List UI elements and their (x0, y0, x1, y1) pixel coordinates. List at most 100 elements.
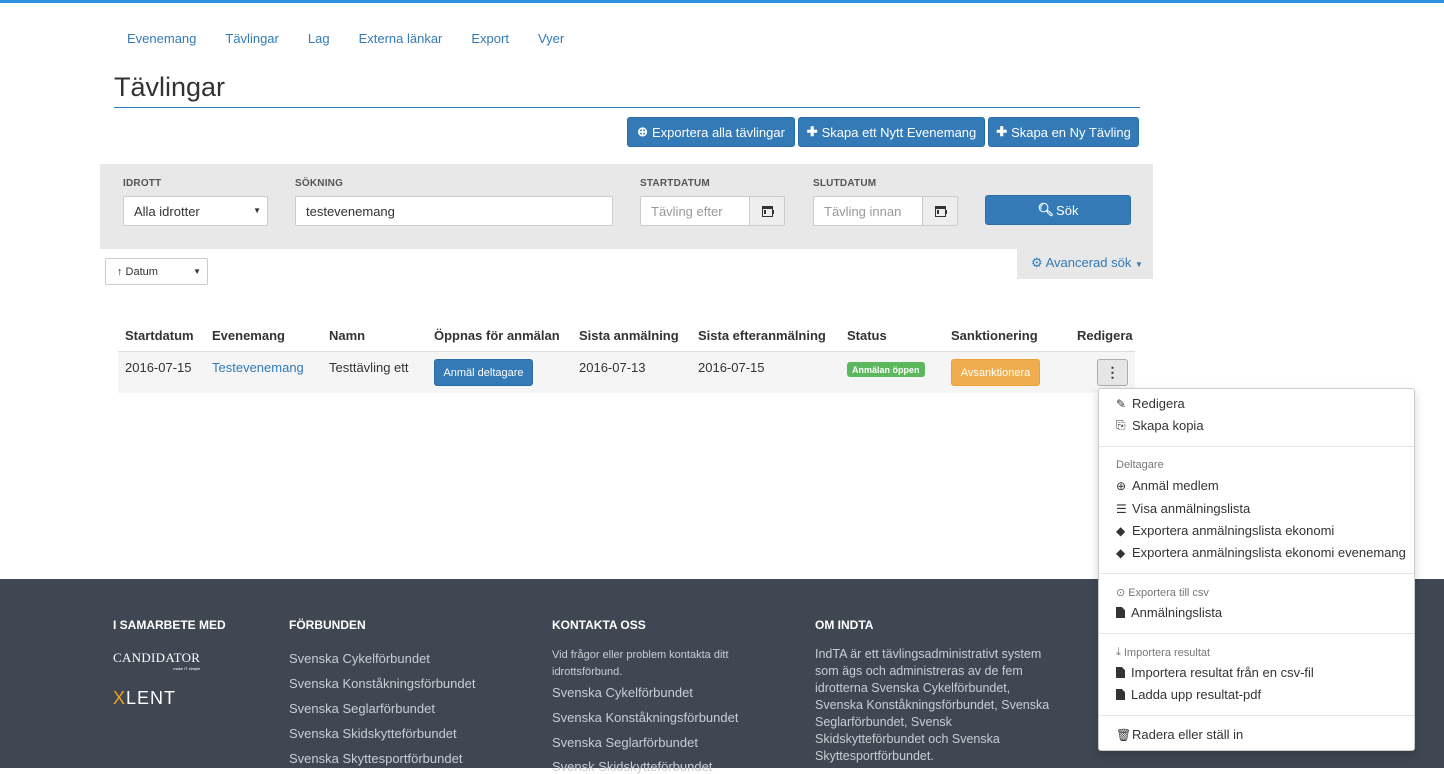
advanced-search-label: Avancerad sök (1045, 255, 1132, 270)
status-badge: Anmälan öppen (847, 362, 925, 377)
start-date-placeholder: Tävling efter (651, 203, 723, 219)
top-accent-bar (0, 0, 1444, 3)
footer-link-federation[interactable]: Svenska Skyttesportförbundet (289, 751, 462, 766)
footer-contact-link[interactable]: Svenska Konståkningsförbundet (552, 710, 738, 725)
download-icon: ⤓ (1116, 646, 1121, 658)
xlent-logo[interactable]: XLENT (113, 688, 176, 709)
footer-link-federation[interactable]: Svenska Skidskytteförbundet (289, 726, 457, 741)
file-icon (1116, 689, 1125, 700)
footer-heading-partners: I SAMARBETE MED (113, 618, 226, 632)
end-date-picker-button[interactable] (922, 196, 958, 226)
end-date-label: SLUTDATUM (813, 178, 877, 189)
nav-evenemang[interactable]: Evenemang (127, 31, 196, 46)
sport-select[interactable]: Alla idrotter ▼ (123, 196, 268, 226)
advanced-search-toggle[interactable]: ⚙ Avancerad sök ▼ (1031, 255, 1143, 271)
nav-tavlingar[interactable]: Tävlingar (225, 31, 278, 46)
start-date-input[interactable]: Tävling efter (640, 196, 750, 226)
export-all-label: Exportera alla tävlingar (651, 124, 785, 140)
register-participants-button[interactable]: Anmäl deltagare (434, 359, 533, 386)
main-nav: Evenemang Tävlingar Lag Externa länkar E… (127, 31, 593, 46)
menu-item-export-economy-event[interactable]: ◆ Exportera anmälningslista ekonomi even… (1116, 545, 1406, 560)
menu-item-upload-pdf[interactable]: Ladda upp resultat-pdf (1116, 687, 1261, 702)
title-divider (114, 107, 1140, 108)
footer-contact-link[interactable]: Svenska Cykelförbundet (552, 685, 693, 700)
col-header-sista-anmalning: Sista anmälning (579, 328, 679, 343)
menu-item-delete[interactable]: 🗑︎ Radera eller ställ in (1116, 727, 1243, 742)
cell-evenemang: Testevenemang (212, 360, 304, 375)
cell-sista-anmalning: 2016-07-13 (579, 360, 646, 375)
footer-link-federation[interactable]: Svenska Konståkningsförbundet (289, 676, 475, 691)
row-actions-kebab-button[interactable]: ⋮ (1097, 359, 1128, 386)
piggy-bank-icon: ◆ (1116, 545, 1126, 560)
unsanction-button[interactable]: Avsanktionera (951, 359, 1040, 386)
search-input[interactable]: testevenemang (295, 196, 613, 226)
search-label: SÖKNING (295, 178, 344, 189)
menu-header-import: ⤓ Importera resultat (1116, 646, 1211, 659)
menu-divider (1099, 633, 1414, 634)
start-date-picker-button[interactable] (749, 196, 785, 226)
menu-header-participants: Deltagare (1116, 459, 1164, 471)
footer-heading-about: OM INDTA (815, 618, 874, 632)
footer-link-federation[interactable]: Svenska Cykelförbundet (289, 651, 430, 666)
menu-item-export-economy[interactable]: ◆ Exportera anmälningslista ekonomi (1116, 523, 1334, 538)
menu-item-register-member[interactable]: ⊕ Anmäl medlem (1116, 478, 1219, 493)
new-event-button[interactable]: ✚ Skapa ett Nytt Evenemang (798, 117, 985, 147)
new-competition-label: Skapa en Ny Tävling (1011, 124, 1131, 140)
circle-arrow-up-icon: ⊕ (637, 124, 648, 139)
cell-namn: Testtävling ett (329, 360, 409, 375)
caret-down-icon: ▼ (1134, 260, 1143, 269)
page-title: Tävlingar (114, 72, 226, 102)
nav-vyer[interactable]: Vyer (538, 31, 564, 46)
menu-header-export-csv: ⊙ Exportera till csv (1116, 586, 1209, 600)
col-header-sanktionering: Sanktionering (951, 328, 1038, 343)
nav-export[interactable]: Export (471, 31, 509, 46)
cell-sista-efteranmalning: 2016-07-15 (698, 360, 765, 375)
piggy-bank-icon: ◆ (1116, 523, 1126, 538)
plus-icon: ✚ (806, 124, 818, 139)
start-date-label: STARTDATUM (640, 178, 710, 189)
file-icon (1116, 667, 1125, 678)
pencil-icon: ✎ (1116, 396, 1127, 411)
circle-arrow-up-icon: ⊙ (1116, 587, 1126, 599)
menu-item-copy[interactable]: ⎘ Skapa kopia (1116, 418, 1204, 433)
kebab-icon: ⋮ (1105, 364, 1120, 380)
caret-down-icon: ▼ (193, 267, 201, 276)
nav-lag[interactable]: Lag (308, 31, 330, 46)
sort-select[interactable]: ↑ Datum ▼ (105, 258, 208, 285)
calendar-icon (761, 205, 774, 217)
calendar-icon (934, 205, 947, 217)
trash-icon: 🗑︎ (1116, 727, 1132, 742)
menu-item-import-csv[interactable]: Importera resultat från en csv-fil (1116, 665, 1314, 680)
nav-externa-lankar[interactable]: Externa länkar (359, 31, 443, 46)
copy-icon: ⎘ (1116, 418, 1126, 432)
menu-item-show-list[interactable]: ☰ Visa anmälningslista (1116, 501, 1250, 516)
plus-circle-icon: ⊕ (1116, 478, 1127, 493)
menu-divider (1099, 715, 1414, 716)
footer-contact-link[interactable]: Svensk Skidskytteförbundet (552, 759, 712, 774)
footer-link-federation[interactable]: Svenska Seglarförbundet (289, 701, 435, 716)
menu-item-edit[interactable]: ✎ Redigera (1116, 396, 1185, 411)
event-link[interactable]: Testevenemang (212, 360, 304, 375)
footer-contact-text: Vid frågor eller problem kontakta ditt i… (552, 649, 729, 678)
footer-contact-link[interactable]: Svenska Seglarförbundet (552, 735, 698, 750)
cell-startdatum: 2016-07-15 (125, 360, 192, 375)
end-date-placeholder: Tävling innan (824, 203, 902, 219)
candidator-logo[interactable]: CANDIDATOR make IT simple (113, 650, 200, 671)
end-date-input[interactable]: Tävling innan (813, 196, 923, 226)
col-header-evenemang: Evenemang (212, 328, 285, 343)
sport-select-value: Alla idrotter (134, 203, 200, 219)
col-header-startdatum: Startdatum (125, 328, 194, 343)
gear-icon: ⚙ (1031, 255, 1043, 270)
footer-about-text: IndTA är ett tävlingsadministrativt syst… (815, 647, 1050, 763)
search-button[interactable]: 🔍︎ Sök (985, 195, 1131, 225)
footer-heading-federations: FÖRBUNDEN (289, 618, 366, 632)
col-header-status: Status (847, 328, 887, 343)
col-header-namn: Namn (329, 328, 366, 343)
col-header-redigera: Redigera (1077, 328, 1133, 343)
export-all-button[interactable]: ⊕ Exportera alla tävlingar (627, 117, 795, 147)
search-button-label: Sök (1056, 202, 1079, 218)
footer-heading-contact: KONTAKTA OSS (552, 618, 646, 632)
menu-item-registration-list[interactable]: Anmälningslista (1116, 605, 1222, 620)
col-header-oppnas: Öppnas för anmälan (434, 328, 560, 343)
new-competition-button[interactable]: ✚ Skapa en Ny Tävling (988, 117, 1139, 147)
